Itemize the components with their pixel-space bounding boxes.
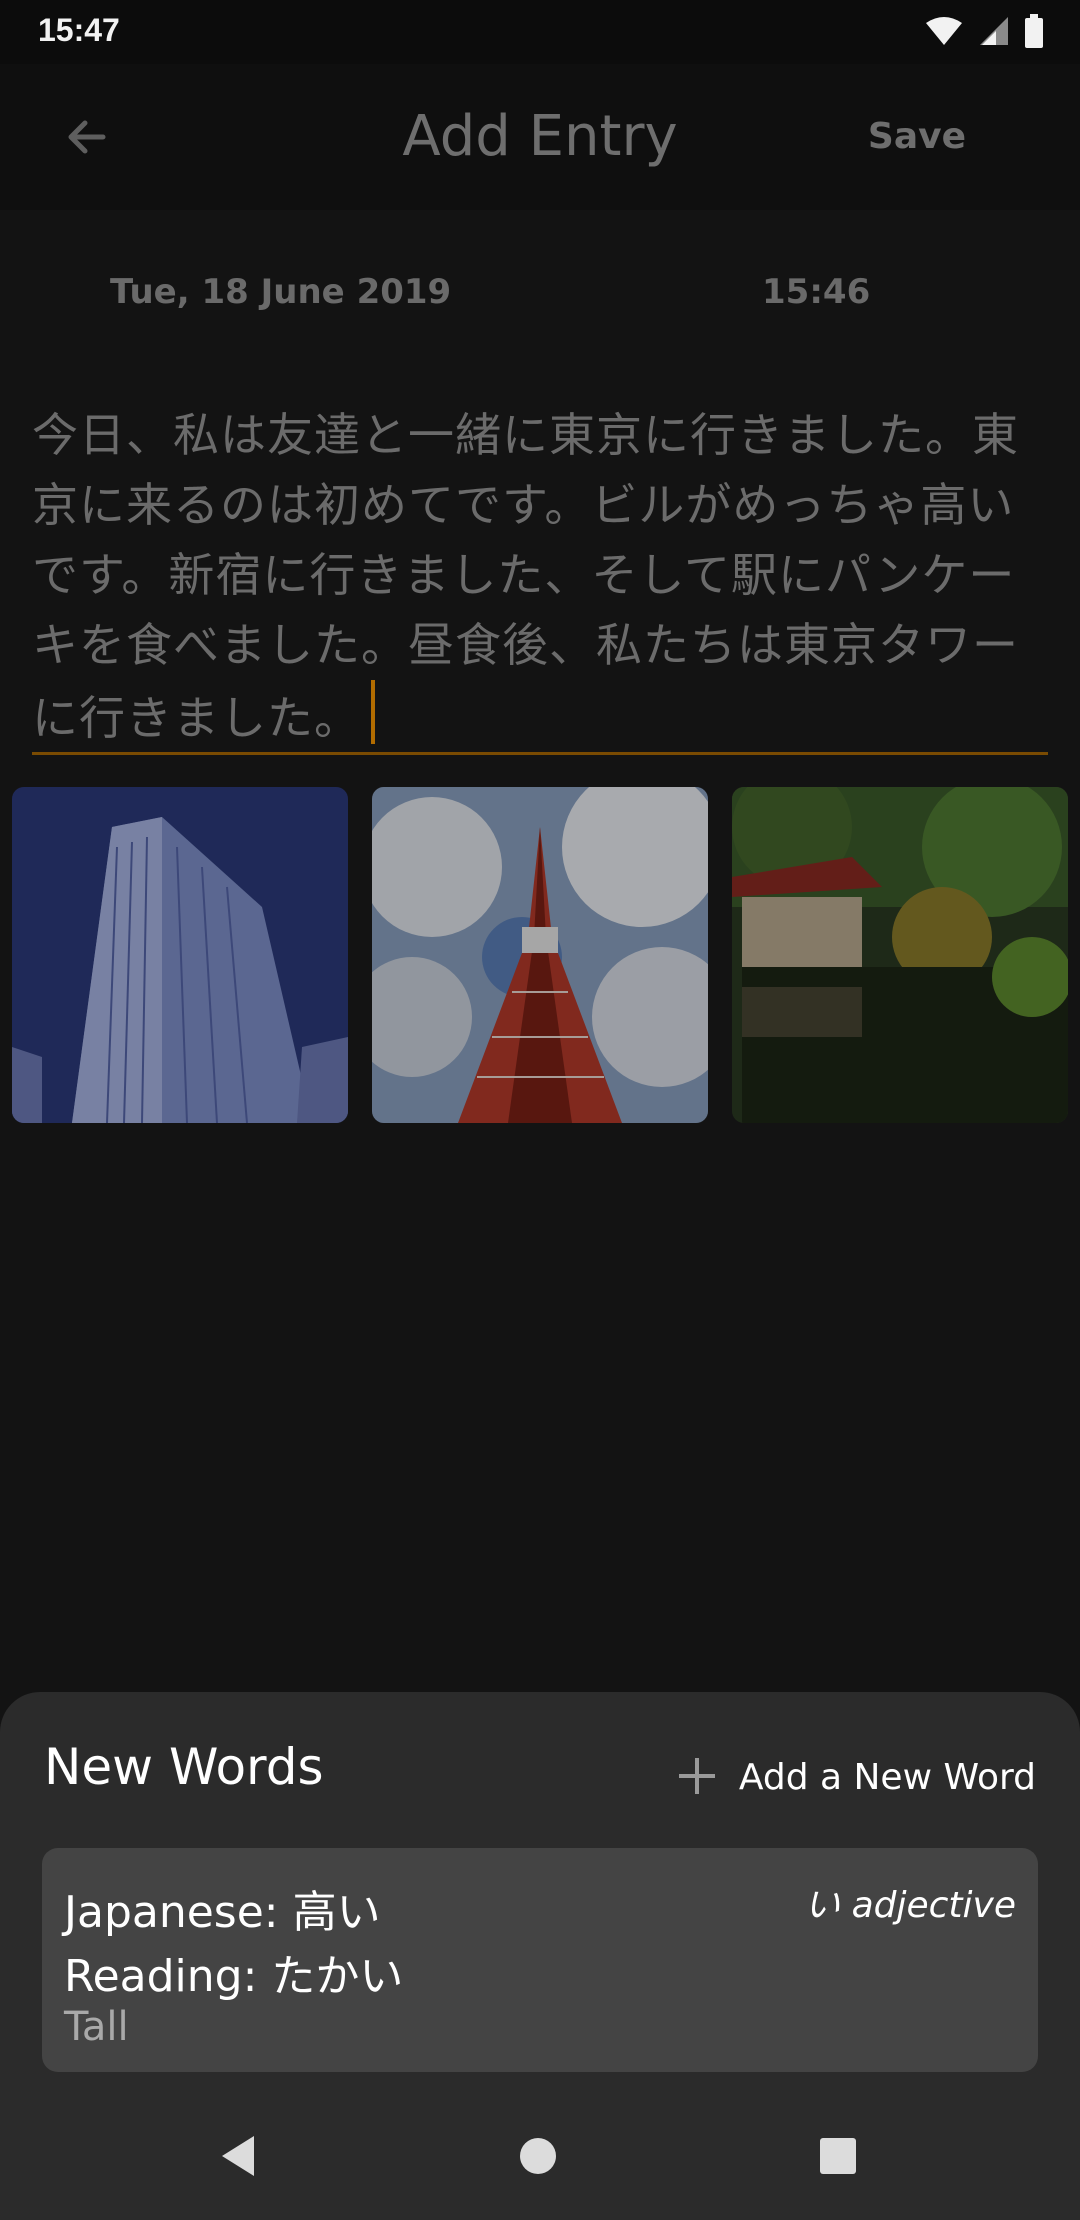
date-picker[interactable]: Tue, 18 June 2019 [110,272,451,312]
plus-icon [677,1756,717,1798]
system-nav-bar [0,2108,1080,2204]
circle-home-icon [518,2136,558,2180]
time-picker[interactable]: 15:46 [762,272,870,312]
word-card[interactable]: Japanese: 高い Reading: たかい Tall い adjecti… [42,1848,1038,2072]
new-words-title: New Words [44,1738,324,1796]
photo-strip[interactable] [12,787,1080,1123]
status-icons [924,14,1044,52]
save-button[interactable]: Save [868,116,966,157]
nav-home-button[interactable] [508,2128,568,2188]
word-meaning: Tall [64,2004,129,2050]
status-time: 15:47 [38,12,120,48]
status-bar: 15:47 [0,0,1080,64]
signal-icon [978,15,1010,51]
wifi-icon [924,15,964,51]
japanese-garden-photo[interactable] [732,787,1068,1123]
square-recents-icon [818,2136,858,2180]
triangle-back-icon [218,2134,258,2182]
add-new-word-label: Add a New Word [738,1756,1036,1798]
text-field-underline [32,752,1048,755]
add-new-word-button[interactable]: Add a New Word [677,1756,1036,1798]
word-reading: Reading: たかい [64,1951,404,2002]
word-type: い adjective [804,1885,1016,1926]
word-japanese: Japanese: 高い [64,1887,381,1938]
nav-back-button[interactable] [208,2128,268,2188]
entry-text: 今日、私は友達と一緒に東京に行きました。東京に来るのは初めてです。ビルがめっちゃ… [32,408,1019,745]
nav-recents-button[interactable] [808,2128,868,2188]
building-photo[interactable] [12,787,348,1123]
entry-text-field[interactable]: 今日、私は友達と一緒に東京に行きました。東京に来るのは初めてです。ビルがめっちゃ… [32,400,1032,753]
tokyo-tower-photo[interactable] [372,787,708,1123]
app-bar: Add Entry Save [0,64,1080,210]
text-cursor [371,680,375,744]
battery-icon [1024,14,1044,52]
